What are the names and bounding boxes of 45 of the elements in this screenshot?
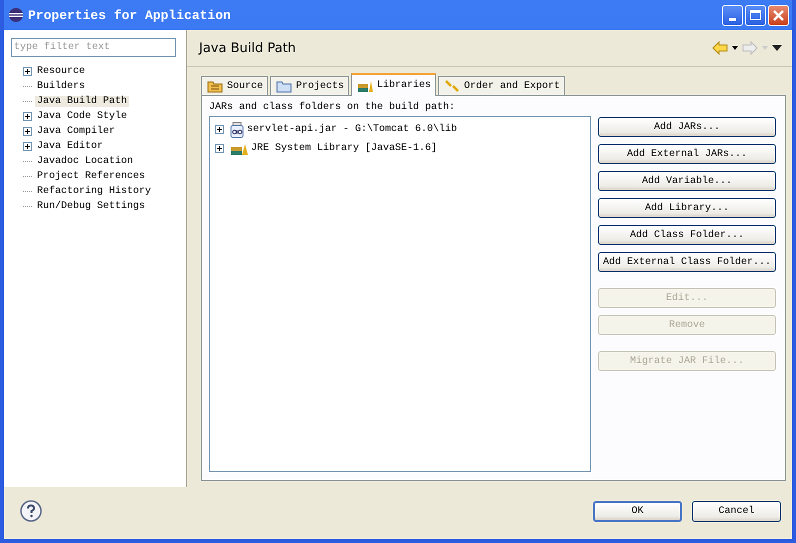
page-title: Java Build Path — [199, 40, 296, 56]
tree-item[interactable]: Run/Debug Settings — [35, 201, 148, 212]
action-button[interactable]: Add Library... — [598, 198, 776, 218]
action-button[interactable]: Add JARs... — [598, 117, 776, 137]
action-button[interactable]: Add External Class Folder... — [598, 252, 776, 272]
tree-item[interactable]: Java Compiler — [35, 126, 118, 137]
folder-icon — [276, 79, 292, 93]
tree-item[interactable]: Java Code Style — [35, 111, 130, 122]
tree-item[interactable]: Refactoring History — [35, 186, 154, 197]
help-icon[interactable] — [20, 500, 42, 522]
tree-item[interactable]: Java Build Path — [35, 96, 130, 107]
expand-icon[interactable] — [23, 142, 32, 151]
tab[interactable]: Projects — [270, 76, 350, 95]
expand-icon[interactable] — [215, 125, 224, 134]
folder-icon — [207, 79, 223, 93]
tree-item[interactable]: Resource — [35, 66, 88, 77]
tab[interactable]: Order and Export — [438, 76, 566, 95]
expand-icon[interactable] — [23, 112, 32, 121]
library-list[interactable]: servlet-api.jar - G:\Tomcat 6.0\lib JRE System Library [JavaSE-1.6] — [209, 116, 591, 472]
dialog-button[interactable]: OK — [593, 500, 682, 522]
library-entry[interactable]: JRE System Library [JavaSE-1.6] — [251, 143, 438, 154]
close-button[interactable] — [768, 4, 789, 26]
tab[interactable]: Libraries — [351, 73, 436, 96]
maximize-button[interactable] — [745, 4, 766, 26]
jar-icon — [230, 122, 244, 138]
tree-item[interactable]: Java Editor — [35, 141, 106, 152]
dropdown-icon[interactable] — [732, 46, 738, 50]
dialog-button[interactable]: Cancel — [692, 500, 781, 522]
tree-item[interactable]: Project References — [35, 171, 148, 182]
expand-icon[interactable] — [215, 144, 224, 153]
expand-icon[interactable] — [23, 127, 32, 136]
tree-item[interactable]: Javadoc Location — [35, 156, 136, 167]
close-icon — [772, 8, 785, 22]
library-entry[interactable]: servlet-api.jar - G:\Tomcat 6.0\lib — [247, 124, 458, 135]
tab[interactable]: Source — [201, 76, 268, 95]
minimize-button[interactable] — [722, 4, 743, 26]
window-title: Properties for Application — [28, 8, 231, 22]
action-button[interactable]: Add Variable... — [598, 171, 776, 191]
tree-item[interactable]: Builders — [35, 81, 88, 92]
filter-field[interactable]: type filter text — [11, 38, 176, 57]
menu-icon[interactable] — [772, 45, 782, 51]
action-button[interactable]: Add Class Folder... — [598, 225, 776, 245]
list-label: JARs and class folders on the build path: — [209, 102, 456, 113]
expand-icon[interactable] — [23, 67, 32, 76]
action-button[interactable]: Add External JARs... — [598, 144, 776, 164]
